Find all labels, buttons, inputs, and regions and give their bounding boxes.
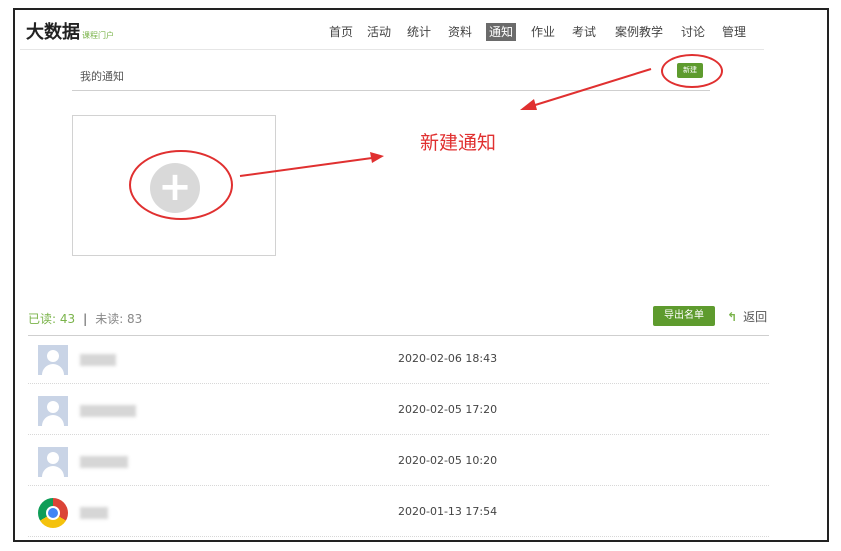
arrow-line-from-add (239, 157, 373, 177)
chrome-icon (38, 498, 68, 528)
row-time: 2020-02-06 18:43 (398, 352, 498, 365)
arrow-line-to-callout (531, 68, 652, 107)
redacted-name (80, 354, 116, 366)
stats-separator: | (83, 312, 88, 326)
table-row[interactable]: 2020-01-13 17:54 (28, 489, 769, 537)
export-list-button[interactable]: 导出名单 (653, 306, 715, 326)
user-placeholder-icon (38, 447, 68, 477)
arrowhead-from-add (370, 152, 384, 163)
back-label: 返回 (743, 310, 768, 324)
user-placeholder-icon (38, 345, 68, 375)
back-arrow-icon: ↰ (727, 310, 738, 324)
unread-count[interactable]: 未读: 83 (95, 312, 142, 326)
table-row[interactable]: 2020-02-05 10:20 (28, 438, 769, 486)
read-count[interactable]: 已读: 43 (28, 312, 75, 326)
redacted-name (80, 456, 128, 468)
row-time: 2020-02-05 17:20 (398, 403, 498, 416)
read-stats: 已读: 43 | 未读: 83 (28, 310, 142, 327)
table-row[interactable]: 2020-02-06 18:43 (28, 336, 769, 384)
user-placeholder-icon (38, 396, 68, 426)
table-row[interactable]: 2020-02-05 17:20 (28, 387, 769, 435)
row-time: 2020-02-05 10:20 (398, 454, 498, 467)
redacted-name (80, 405, 136, 417)
arrowhead-to-callout (520, 99, 537, 110)
row-time: 2020-01-13 17:54 (398, 505, 498, 518)
redacted-name (80, 507, 108, 519)
back-link[interactable]: ↰ 返回 (727, 308, 767, 325)
